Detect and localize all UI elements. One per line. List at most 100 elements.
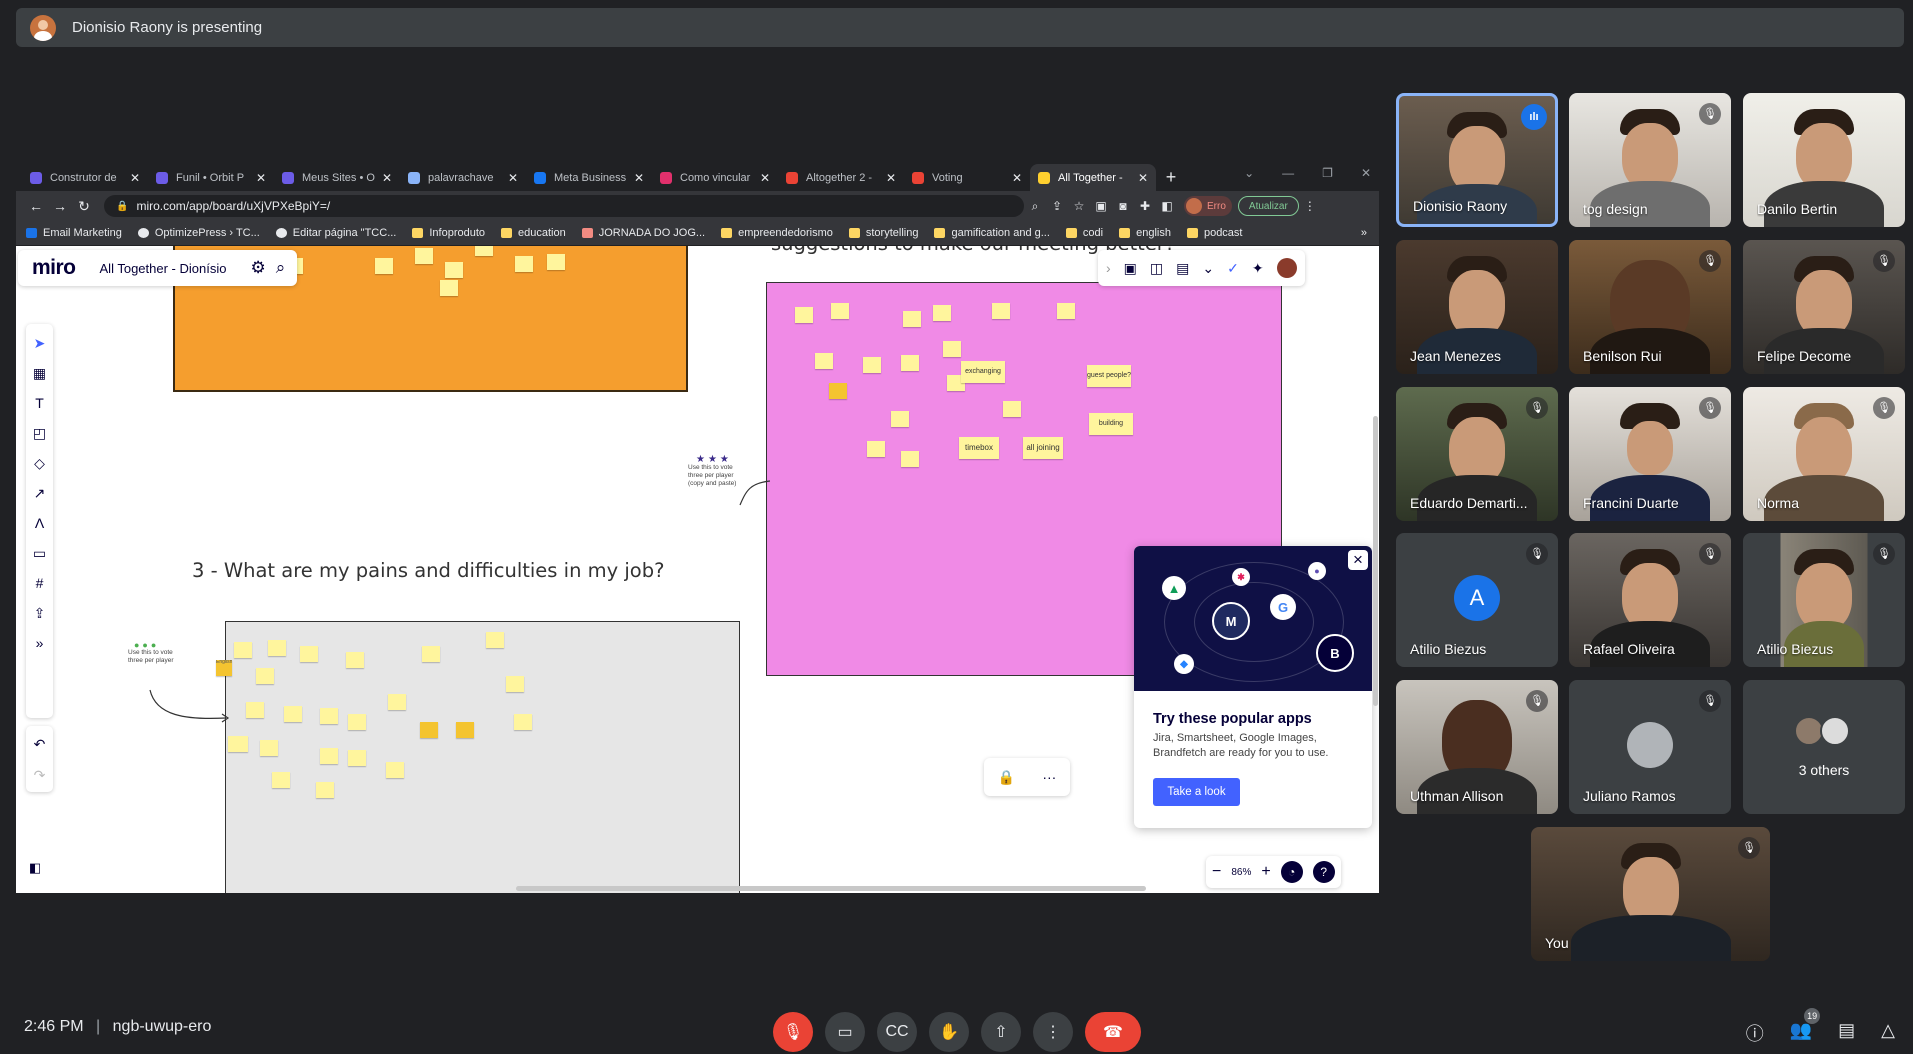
- zoom-in-icon[interactable]: +: [1261, 863, 1270, 881]
- undo-icon[interactable]: ↶: [34, 736, 46, 753]
- participant-tile[interactable]: 🎙 Uthman Allison: [1396, 680, 1558, 814]
- sticky-note[interactable]: [440, 280, 458, 296]
- self-view-tile[interactable]: 🎙 You: [1531, 827, 1770, 961]
- sticky-note[interactable]: [260, 740, 278, 756]
- participant-tile[interactable]: Jean Menezes: [1396, 240, 1558, 374]
- pen-icon[interactable]: Λ: [35, 514, 44, 532]
- miro-logo[interactable]: miro: [32, 256, 76, 280]
- browser-tab[interactable]: palavrachave ✕: [400, 164, 526, 191]
- participant-tile[interactable]: 🎙 Francini Duarte: [1569, 387, 1731, 521]
- sticky-note[interactable]: [445, 262, 463, 278]
- extensions-icon[interactable]: ✚: [1134, 199, 1156, 213]
- present-screen-button[interactable]: ⇧: [981, 1012, 1021, 1052]
- browser-tab[interactable]: Funil • Orbit P ✕: [148, 164, 274, 191]
- close-icon[interactable]: ✕: [382, 171, 392, 185]
- miro-board-canvas[interactable]: suggestions to make our meeting better? …: [16, 246, 1379, 893]
- bookmark-folder[interactable]: english: [1119, 227, 1171, 239]
- sticky-note[interactable]: [943, 341, 961, 357]
- horizontal-scrollbar[interactable]: [516, 886, 1146, 891]
- raise-hand-button[interactable]: ✋: [929, 1012, 969, 1052]
- sticky-note[interactable]: [386, 762, 404, 778]
- mic-off-button[interactable]: 🎙: [773, 1012, 813, 1052]
- sticky-note[interactable]: [348, 750, 366, 766]
- redo-icon[interactable]: ↷: [34, 767, 46, 784]
- sticky-note[interactable]: all joining: [1023, 437, 1063, 459]
- lock-icon[interactable]: 🔒: [998, 769, 1015, 786]
- sticky-note[interactable]: [246, 702, 264, 718]
- close-icon[interactable]: ✕: [634, 171, 644, 185]
- new-tab-button[interactable]: +: [1156, 164, 1186, 191]
- board-panel-icon[interactable]: ◧: [24, 860, 46, 882]
- vertical-scrollbar[interactable]: [1373, 416, 1378, 706]
- reload-icon[interactable]: ↻: [72, 198, 96, 215]
- sticky-note[interactable]: [795, 307, 813, 323]
- sticky-note[interactable]: [348, 714, 366, 730]
- sticky-note[interactable]: [992, 303, 1010, 319]
- bookmark-folder[interactable]: education: [501, 227, 566, 239]
- reactions-timer-icon[interactable]: ◔: [1280, 861, 1303, 883]
- text-tool-icon[interactable]: T: [35, 394, 44, 412]
- take-a-look-button[interactable]: Take a look: [1153, 778, 1240, 806]
- sticky-note[interactable]: [867, 441, 885, 457]
- end-call-button[interactable]: ☎: [1085, 1012, 1141, 1052]
- sticky-note[interactable]: [320, 748, 338, 764]
- sticky-note[interactable]: [506, 676, 524, 692]
- celebrate-icon[interactable]: ✦: [1252, 260, 1264, 277]
- chat-icon[interactable]: ▤: [1838, 1020, 1855, 1046]
- more-icon[interactable]: ⋮: [1299, 199, 1321, 213]
- close-icon[interactable]: ✕: [1138, 171, 1148, 185]
- present-icon[interactable]: ◫: [1150, 260, 1163, 277]
- bookmark-folder[interactable]: storytelling: [848, 227, 918, 239]
- sticky-note[interactable]: [515, 256, 533, 272]
- sticky-note-icon[interactable]: ◰: [33, 424, 46, 442]
- comment-icon[interactable]: ▭: [33, 544, 46, 562]
- bookmark[interactable]: Editar página "TCC...: [275, 227, 396, 239]
- close-icon[interactable]: ✕: [886, 171, 896, 185]
- sticky-note[interactable]: [375, 258, 393, 274]
- profile-button[interactable]: Erro: [1184, 196, 1232, 216]
- url-input[interactable]: 🔒 miro.com/app/board/uXjVPXeBpiY=/: [104, 195, 1024, 217]
- user-avatar[interactable]: [1276, 258, 1297, 278]
- notes-icon[interactable]: ▤: [1176, 260, 1189, 277]
- zoom-out-icon[interactable]: −: [1212, 863, 1221, 881]
- browser-tab[interactable]: Meus Sites • O ✕: [274, 164, 400, 191]
- more-icon[interactable]: ···: [1042, 769, 1056, 785]
- close-icon[interactable]: ✕: [256, 171, 266, 185]
- forward-icon[interactable]: →: [48, 198, 72, 214]
- bookmark-folder[interactable]: codi: [1065, 227, 1103, 239]
- browser-tab[interactable]: Construtor de ✕: [22, 164, 148, 191]
- sticky-note[interactable]: [829, 383, 847, 399]
- chevron-down-icon[interactable]: ⌄: [1244, 166, 1254, 180]
- bookmark-folder[interactable]: Infoproduto: [412, 227, 485, 239]
- sticky-note[interactable]: [901, 451, 919, 467]
- close-icon[interactable]: ✕: [1012, 171, 1022, 185]
- upload-icon[interactable]: ⇪: [34, 604, 46, 622]
- sticky-note[interactable]: [547, 254, 565, 270]
- bookmark-folder[interactable]: podcast: [1186, 227, 1242, 239]
- shapes-icon[interactable]: ◇: [34, 454, 45, 472]
- sticky-note[interactable]: [415, 248, 433, 264]
- info-icon[interactable]: ⓘ: [1746, 1020, 1764, 1046]
- sticky-note[interactable]: [256, 668, 274, 684]
- restore-icon[interactable]: ❐: [1322, 166, 1333, 180]
- sticky-note[interactable]: [272, 772, 290, 788]
- chevron-right-icon[interactable]: ›: [1106, 260, 1111, 276]
- sticky-note[interactable]: exchanging culture: [961, 361, 1005, 383]
- sticky-note[interactable]: [831, 303, 849, 319]
- help-icon[interactable]: ?: [1312, 861, 1335, 883]
- participant-tile[interactable]: 🎙 Atilio Biezus: [1743, 533, 1905, 667]
- activities-icon[interactable]: △: [1881, 1020, 1895, 1046]
- sticky-note[interactable]: [316, 782, 334, 798]
- sticky-note[interactable]: [901, 355, 919, 371]
- sticky-note[interactable]: [420, 722, 438, 738]
- sticky-note[interactable]: [514, 714, 532, 730]
- minimize-icon[interactable]: —: [1282, 166, 1294, 180]
- sticky-note[interactable]: [320, 708, 338, 724]
- browser-tab[interactable]: Altogether 2 - ✕: [778, 164, 904, 191]
- sticky-note[interactable]: [486, 632, 504, 648]
- participant-tile[interactable]: A 🎙 Atilio Biezus: [1396, 533, 1558, 667]
- zoom-extension-icon[interactable]: ◙: [1112, 199, 1134, 213]
- sticky-note[interactable]: [903, 311, 921, 327]
- reactions-icon[interactable]: ✓: [1227, 260, 1239, 277]
- zoom-icon[interactable]: ⌕: [1024, 199, 1046, 214]
